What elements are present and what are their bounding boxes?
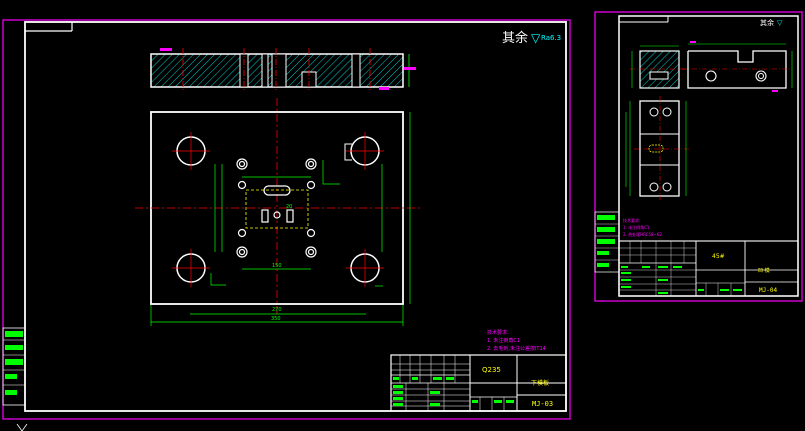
section-view xyxy=(150,48,416,92)
roughness-note: 其余 xyxy=(502,30,528,46)
drawing-no-left: MJ-03 xyxy=(532,400,553,408)
drawing-sheet-right: 其余 ▽ 技术要求: 1. 未注倒角C1 2. 热处理HRC58~62 45# … xyxy=(594,11,803,302)
part-name-left: 下模板 xyxy=(531,379,549,387)
svg-text:2. 去毛刺,未注公差按IT14: 2. 去毛刺,未注公差按IT14 xyxy=(487,345,546,352)
roughness-value: Ra6.3 xyxy=(541,34,561,42)
dim-overall-width: 350 xyxy=(271,316,281,322)
roughness-symbol: ▽ xyxy=(531,31,541,45)
drawing-no-right: MJ-04 xyxy=(759,287,777,294)
cad-canvas: 其余 ▽ Ra6.3 350 270 150 20 技术要求: 1. 未注倒角C… xyxy=(2,11,803,431)
dim-inner-width: 270 xyxy=(272,307,282,313)
svg-text:1. 未注倒角C1: 1. 未注倒角C1 xyxy=(623,224,650,230)
svg-text:技术要求:: 技术要求: xyxy=(623,217,640,223)
tech-requirements-right: 技术要求: 1. 未注倒角C1 2. 热处理HRC58~62 xyxy=(623,217,662,237)
dim-center: 20 xyxy=(286,204,292,210)
revision-block-left xyxy=(2,327,26,406)
material-left: Q235 xyxy=(482,366,501,374)
svg-text:1. 未注倒角C1: 1. 未注倒角C1 xyxy=(487,337,520,344)
ucs-icon xyxy=(16,423,28,431)
material-right: 45# xyxy=(712,253,725,260)
title-block-right: 45# 凹 模 MJ-04 xyxy=(618,240,799,297)
dim-pattern-width: 150 xyxy=(272,263,282,269)
title-block-left: Q235 下模板 MJ-03 xyxy=(390,354,567,412)
part-name-right: 凹 模 xyxy=(758,267,770,274)
roughness-note-right: 其余 xyxy=(760,18,774,27)
svg-text:技术要求:: 技术要求: xyxy=(487,329,509,336)
svg-text:2. 热处理HRC58~62: 2. 热处理HRC58~62 xyxy=(623,231,662,237)
plan-view: 350 270 150 20 xyxy=(135,98,420,326)
tech-requirements-left: 技术要求: 1. 未注倒角C1 2. 去毛刺,未注公差按IT14 xyxy=(487,329,546,352)
revision-block-right xyxy=(594,211,620,273)
drawing-sheet-left: 其余 ▽ Ra6.3 350 270 150 20 技术要求: 1. 未注倒角C… xyxy=(2,19,571,420)
svg-text:▽: ▽ xyxy=(777,19,783,27)
